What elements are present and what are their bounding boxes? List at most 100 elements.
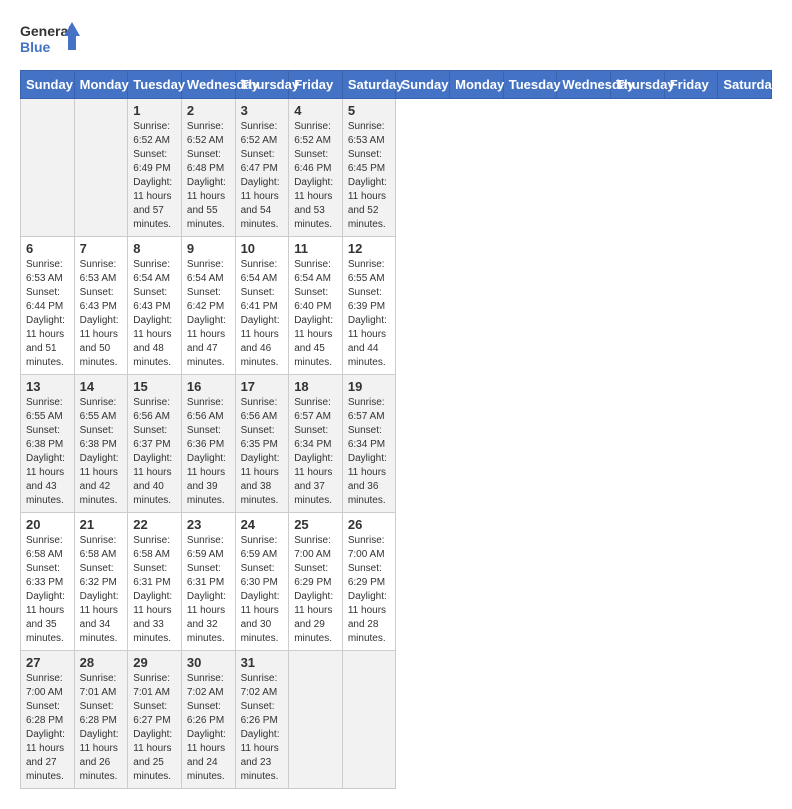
sunrise-text: Sunrise: 7:00 AM: [294, 534, 337, 562]
cell-info: Sunrise: 7:00 AMSunset: 6:28 PMDaylight:…: [26, 672, 69, 784]
daylight-text: Daylight: 11 hours and 39 minutes.: [187, 452, 230, 508]
daylight-text: Daylight: 11 hours and 30 minutes.: [241, 590, 284, 646]
calendar-cell: 4Sunrise: 6:52 AMSunset: 6:46 PMDaylight…: [289, 99, 343, 237]
sunrise-text: Sunrise: 7:00 AM: [26, 672, 69, 700]
day-number: 10: [241, 241, 284, 256]
cell-info: Sunrise: 7:02 AMSunset: 6:26 PMDaylight:…: [241, 672, 284, 784]
daylight-text: Daylight: 11 hours and 24 minutes.: [187, 728, 230, 784]
day-number: 17: [241, 379, 284, 394]
calendar-cell: 2Sunrise: 6:52 AMSunset: 6:48 PMDaylight…: [181, 99, 235, 237]
sunrise-text: Sunrise: 6:58 AM: [26, 534, 69, 562]
sunrise-text: Sunrise: 6:54 AM: [294, 258, 337, 286]
cell-info: Sunrise: 7:00 AMSunset: 6:29 PMDaylight:…: [348, 534, 391, 646]
daylight-text: Daylight: 11 hours and 35 minutes.: [26, 590, 69, 646]
calendar-cell: 17 Sunrise: 6:56 AMSunset: 6:35 PMDayligh…: [235, 375, 289, 513]
day-number: 23: [187, 517, 230, 532]
calendar-cell: 6Sunrise: 6:53 AMSunset: 6:44 PMDaylight…: [21, 237, 75, 375]
day-number: 20: [26, 517, 69, 532]
sunrise-text: Sunrise: 6:52 AM: [241, 120, 284, 148]
sunset-text: Sunset: 6:46 PM: [294, 148, 337, 176]
day-number: 30: [187, 655, 230, 670]
day-number: 21: [80, 517, 123, 532]
cell-info: Sunrise: 6:53 AMSunset: 6:43 PMDaylight:…: [80, 258, 123, 370]
day-number: 27: [26, 655, 69, 670]
calendar-cell: 26Sunrise: 7:00 AMSunset: 6:29 PMDayligh…: [342, 513, 396, 651]
daylight-text: Daylight: 11 hours and 55 minutes.: [187, 176, 230, 232]
day-number: 18: [294, 379, 337, 394]
sunset-text: Sunset: 6:26 PM: [187, 700, 230, 728]
cell-info: Sunrise: 6:54 AMSunset: 6:43 PMDaylight:…: [133, 258, 176, 370]
calendar-cell: 28Sunrise: 7:01 AMSunset: 6:28 PMDayligh…: [74, 651, 128, 789]
calendar-cell: 7Sunrise: 6:53 AMSunset: 6:43 PMDaylight…: [74, 237, 128, 375]
cell-info: Sunrise: 6:57 AMSunset: 6:34 PMDaylight:…: [348, 396, 391, 508]
day-number: 8: [133, 241, 176, 256]
svg-text:Blue: Blue: [20, 39, 51, 55]
cell-info: Sunrise: 6:52 AMSunset: 6:47 PMDaylight:…: [241, 120, 284, 232]
calendar-cell: [74, 99, 128, 237]
daylight-text: Daylight: 11 hours and 54 minutes.: [241, 176, 284, 232]
calendar-cell: 9Sunrise: 6:54 AMSunset: 6:42 PMDaylight…: [181, 237, 235, 375]
day-header-wednesday: Wednesday: [557, 71, 611, 99]
calendar-table: SundayMondayTuesdayWednesdayThursdayFrid…: [20, 70, 772, 789]
day-number: 4: [294, 103, 337, 118]
daylight-text: Daylight: 11 hours and 48 minutes.: [133, 314, 176, 370]
sunset-text: Sunset: 6:48 PM: [187, 148, 230, 176]
day-number: 1: [133, 103, 176, 118]
calendar-cell: 5 Sunrise: 6:53 AMSunset: 6:45 PMDaylight…: [342, 99, 396, 237]
daylight-text: Daylight: 11 hours and 25 minutes.: [133, 728, 176, 784]
sunset-text: Sunset: 6:30 PM: [241, 562, 284, 590]
day-header-thursday: Thursday: [235, 71, 289, 99]
sunrise-text: Sunrise: 6:56 AM: [187, 396, 230, 424]
cell-info: Sunrise: 7:02 AMSunset: 6:26 PMDaylight:…: [187, 672, 230, 784]
sunrise-text: Sunrise: 6:53 AM: [26, 258, 69, 286]
daylight-text: Daylight: 11 hours and 43 minutes.: [26, 452, 69, 508]
cell-info: Sunrise: 6:56 AMSunset: 6:36 PMDaylight:…: [187, 396, 230, 508]
sunrise-text: Sunrise: 6:53 AM: [348, 120, 391, 148]
calendar-cell: [21, 99, 75, 237]
calendar-cell: 30 Sunrise: 7:02 AMSunset: 6:26 PMDayligh…: [181, 651, 235, 789]
sunrise-text: Sunrise: 6:54 AM: [241, 258, 284, 286]
day-number: 5: [348, 103, 391, 118]
sunset-text: Sunset: 6:38 PM: [26, 424, 69, 452]
sunrise-text: Sunrise: 6:52 AM: [133, 120, 176, 148]
sunset-text: Sunset: 6:29 PM: [294, 562, 337, 590]
calendar-cell: 14Sunrise: 6:55 AMSunset: 6:38 PMDayligh…: [74, 375, 128, 513]
sunset-text: Sunset: 6:41 PM: [241, 286, 284, 314]
calendar-cell: 10Sunrise: 6:54 AMSunset: 6:41 PMDayligh…: [235, 237, 289, 375]
page-header: General Blue: [20, 20, 772, 60]
sunrise-text: Sunrise: 7:02 AM: [187, 672, 230, 700]
day-number: 28: [80, 655, 123, 670]
sunrise-text: Sunrise: 6:58 AM: [80, 534, 123, 562]
daylight-text: Daylight: 11 hours and 33 minutes.: [133, 590, 176, 646]
daylight-text: Daylight: 11 hours and 57 minutes.: [133, 176, 176, 232]
day-number: 19: [348, 379, 391, 394]
calendar-cell: 1Sunrise: 6:52 AMSunset: 6:49 PMDaylight…: [128, 99, 182, 237]
cell-info: Sunrise: 6:57 AMSunset: 6:34 PMDaylight:…: [294, 396, 337, 508]
cell-info: Sunrise: 6:53 AMSunset: 6:45 PMDaylight:…: [348, 120, 391, 232]
svg-text:General: General: [20, 23, 72, 39]
sunrise-text: Sunrise: 6:57 AM: [348, 396, 391, 424]
day-header-thursday: Thursday: [611, 71, 665, 99]
day-header-friday: Friday: [289, 71, 343, 99]
day-number: 29: [133, 655, 176, 670]
calendar-cell: 3Sunrise: 6:52 AMSunset: 6:47 PMDaylight…: [235, 99, 289, 237]
day-number: 13: [26, 379, 69, 394]
cell-info: Sunrise: 6:59 AMSunset: 6:30 PMDaylight:…: [241, 534, 284, 646]
day-header-tuesday: Tuesday: [503, 71, 557, 99]
cell-info: Sunrise: 6:56 AMSunset: 6:35 PMDaylight:…: [241, 396, 284, 508]
logo-svg: General Blue: [20, 20, 80, 60]
sunrise-text: Sunrise: 6:54 AM: [187, 258, 230, 286]
daylight-text: Daylight: 11 hours and 34 minutes.: [80, 590, 123, 646]
sunset-text: Sunset: 6:39 PM: [348, 286, 391, 314]
sunset-text: Sunset: 6:28 PM: [80, 700, 123, 728]
cell-info: Sunrise: 6:56 AMSunset: 6:37 PMDaylight:…: [133, 396, 176, 508]
day-header-friday: Friday: [664, 71, 718, 99]
sunset-text: Sunset: 6:43 PM: [133, 286, 176, 314]
sunset-text: Sunset: 6:33 PM: [26, 562, 69, 590]
sunset-text: Sunset: 6:34 PM: [294, 424, 337, 452]
sunset-text: Sunset: 6:40 PM: [294, 286, 337, 314]
sunset-text: Sunset: 6:47 PM: [241, 148, 284, 176]
sunset-text: Sunset: 6:29 PM: [348, 562, 391, 590]
calendar-cell: 24Sunrise: 6:59 AMSunset: 6:30 PMDayligh…: [235, 513, 289, 651]
calendar-cell: 25Sunrise: 7:00 AMSunset: 6:29 PMDayligh…: [289, 513, 343, 651]
